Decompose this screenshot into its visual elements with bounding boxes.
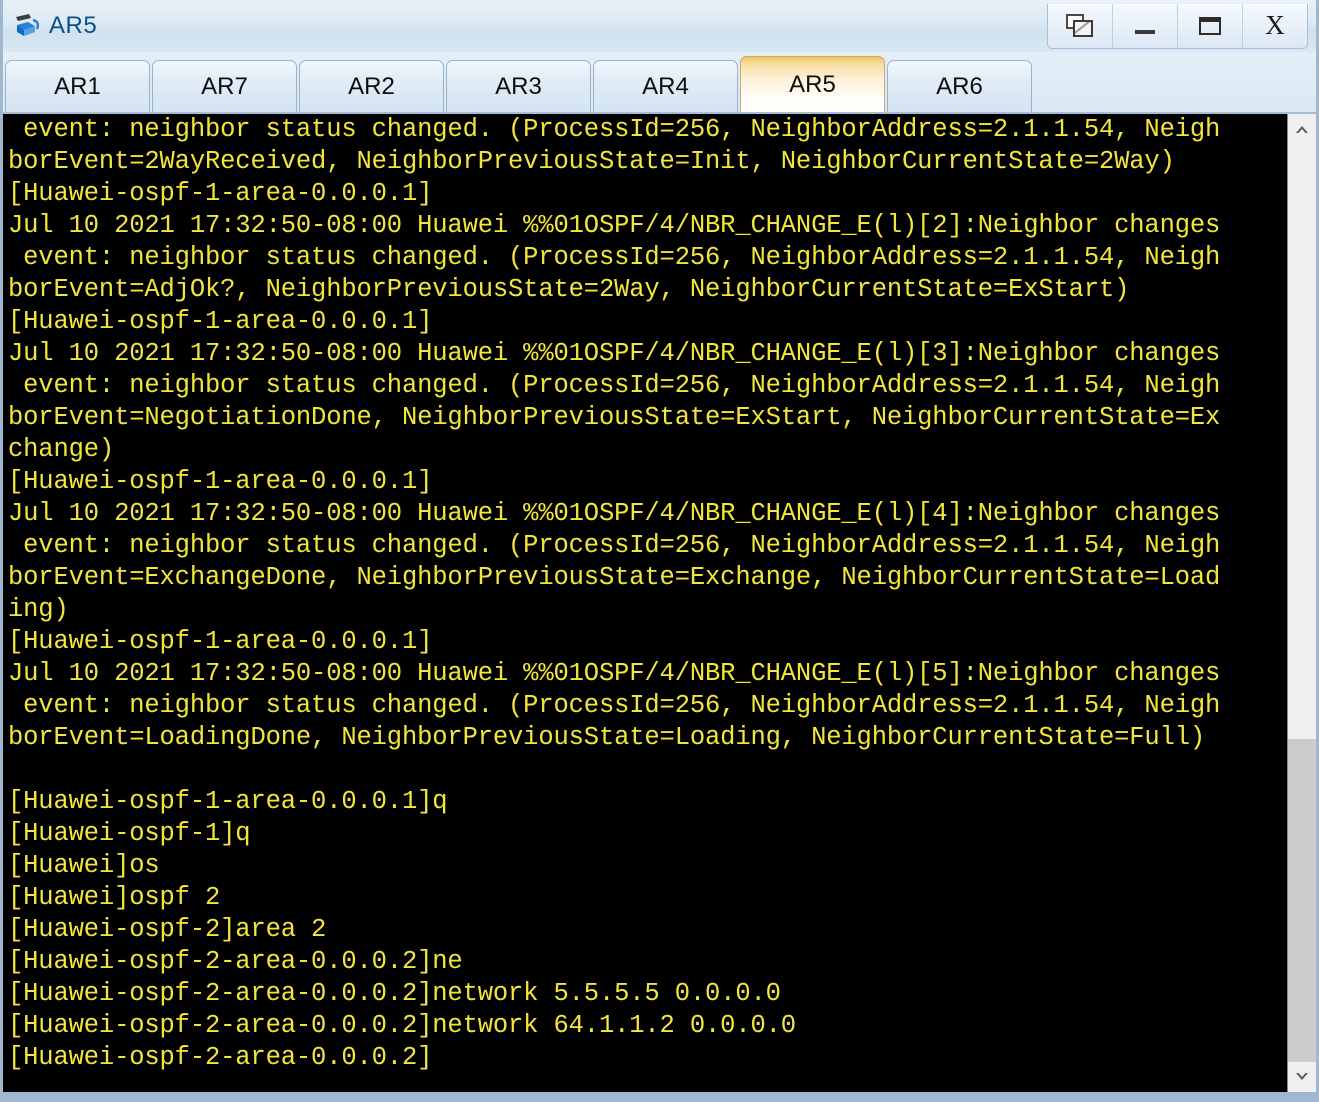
restore-window-icon	[1066, 13, 1094, 38]
terminal-line: [Huawei-ospf-2-area-0.0.0.2]	[8, 1043, 433, 1072]
terminal-line: borEvent=NegotiationDone, NeighborPrevio…	[8, 403, 1221, 432]
terminal-line: ing)	[8, 595, 69, 624]
tab-ar4[interactable]: AR4	[593, 60, 738, 112]
restore-window-button[interactable]	[1048, 4, 1112, 48]
window-title: AR5	[49, 12, 98, 39]
router-device-icon	[13, 11, 43, 41]
console-scrollbar[interactable]	[1287, 114, 1316, 1092]
terminal-line: [Huawei]os	[8, 851, 160, 880]
maximize-button[interactable]	[1177, 3, 1242, 48]
terminal-output[interactable]: event: neighbor status changed. (Process…	[3, 114, 1287, 1092]
terminal-line: event: neighbor status changed. (Process…	[8, 531, 1221, 560]
scrollbar-track[interactable]	[1288, 144, 1316, 1062]
terminal-line: [Huawei-ospf-1-area-0.0.0.1]	[8, 179, 433, 208]
terminal-line: borEvent=AdjOk?, NeighborPreviousState=2…	[8, 275, 1130, 304]
tab-ar3[interactable]: AR3	[446, 60, 591, 112]
chevron-up-icon	[1296, 126, 1308, 133]
terminal-line: [Huawei-ospf-1-area-0.0.0.1]	[8, 307, 433, 336]
ar5-console-window: AR5 X AR1 AR7 AR2 AR3 AR4 AR5 AR6 event:…	[0, 0, 1319, 1102]
console-area: event: neighbor status changed. (Process…	[3, 114, 1316, 1092]
scrollbar-down-button[interactable]	[1288, 1062, 1316, 1092]
scrollbar-thumb[interactable]	[1288, 739, 1316, 1062]
terminal-line: [Huawei-ospf-2-area-0.0.0.2]network 64.1…	[8, 1011, 796, 1040]
device-tab-strip: AR1 AR7 AR2 AR3 AR4 AR5 AR6	[3, 52, 1316, 114]
terminal-line: borEvent=LoadingDone, NeighborPreviousSt…	[8, 723, 1206, 752]
title-bar: AR5 X	[3, 0, 1316, 53]
terminal-line: event: neighbor status changed. (Process…	[8, 243, 1221, 272]
terminal-line: [Huawei-ospf-1-area-0.0.0.1]	[8, 627, 433, 656]
close-icon: X	[1265, 10, 1285, 40]
close-button[interactable]: X	[1242, 3, 1307, 48]
terminal-line: [Huawei-ospf-2]area 2	[8, 915, 327, 944]
terminal-line: event: neighbor status changed. (Process…	[8, 371, 1221, 400]
terminal-line: borEvent=2WayReceived, NeighborPreviousS…	[8, 147, 1175, 176]
tab-ar1[interactable]: AR1	[5, 60, 150, 112]
terminal-line: borEvent=ExchangeDone, NeighborPreviousS…	[8, 563, 1221, 592]
tab-ar2[interactable]: AR2	[299, 60, 444, 112]
terminal-line: [Huawei-ospf-2-area-0.0.0.2]network 5.5.…	[8, 979, 781, 1008]
tab-ar7[interactable]: AR7	[152, 60, 297, 112]
terminal-line: [Huawei-ospf-2-area-0.0.0.2]ne	[8, 947, 463, 976]
window-controls: X	[1047, 3, 1308, 49]
terminal-line: [Huawei-ospf-1-area-0.0.0.1]q	[8, 787, 448, 816]
terminal-line: change)	[8, 435, 115, 464]
terminal-line: Jul 10 2021 17:32:50-08:00 Huawei %%01OS…	[8, 659, 1221, 688]
terminal-line: Jul 10 2021 17:32:50-08:00 Huawei %%01OS…	[8, 499, 1221, 528]
terminal-line: event: neighbor status changed. (Process…	[8, 691, 1221, 720]
terminal-line: Jul 10 2021 17:32:50-08:00 Huawei %%01OS…	[8, 211, 1221, 240]
minimize-button[interactable]	[1112, 3, 1177, 48]
terminal-line: [Huawei-ospf-1-area-0.0.0.1]	[8, 467, 433, 496]
chevron-down-icon	[1296, 1073, 1308, 1080]
terminal-line: event: neighbor status changed. (Process…	[8, 115, 1221, 144]
scrollbar-up-button[interactable]	[1288, 114, 1316, 144]
terminal-line: Jul 10 2021 17:32:50-08:00 Huawei %%01OS…	[8, 339, 1221, 368]
tab-ar6[interactable]: AR6	[887, 60, 1032, 112]
maximize-icon	[1199, 16, 1221, 35]
terminal-line: [Huawei]ospf 2	[8, 883, 221, 912]
tab-ar5[interactable]: AR5	[740, 56, 885, 112]
terminal-line: [Huawei-ospf-1]q	[8, 819, 251, 848]
minimize-icon	[1135, 29, 1155, 34]
